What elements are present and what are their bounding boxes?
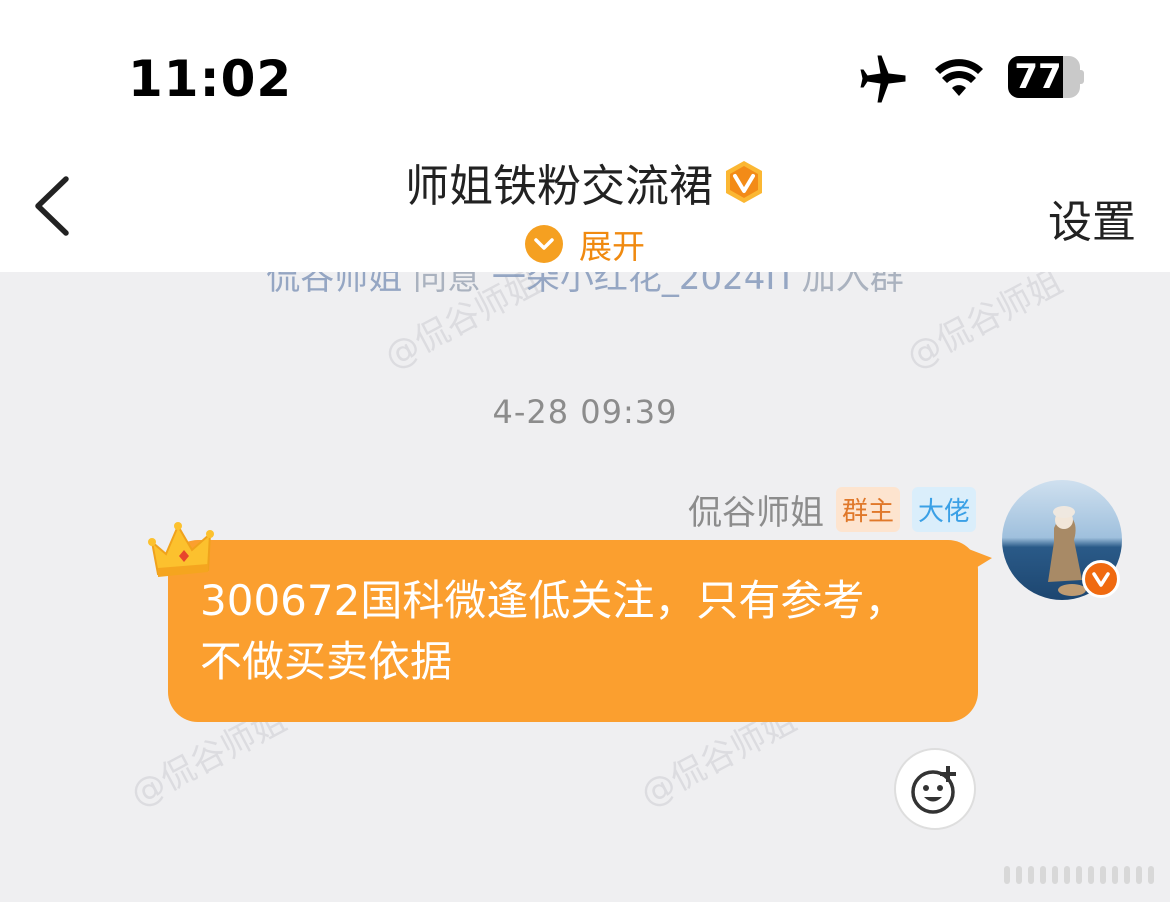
battery-level: 77 — [1014, 57, 1062, 97]
airplane-icon — [860, 55, 906, 103]
add-emoji-button[interactable] — [894, 748, 976, 830]
verified-v-icon — [1082, 560, 1120, 598]
sender-name[interactable]: 侃谷师姐 — [688, 485, 824, 534]
chevron-down-icon — [525, 225, 563, 263]
crown-icon — [148, 522, 214, 577]
wifi-icon — [935, 59, 983, 96]
status-time: 11:02 — [128, 50, 293, 108]
message-timestamp: 4-28 09:39 — [492, 393, 678, 431]
tag-group-owner: 群主 — [835, 487, 900, 532]
message-bubble[interactable]: 300672国科微逢低关注，只有参考，不做买卖依据 — [168, 540, 978, 722]
sender-row: 侃谷师姐 群主 大佬 — [688, 485, 976, 534]
top-bar: 11:02 77 师姐铁粉交流裙 展开 设置 — [0, 0, 1170, 272]
chat-title: 师姐铁粉交流裙 — [405, 161, 713, 212]
scroll-indicator — [1004, 866, 1154, 884]
chat-title-row: 师姐铁粉交流裙 — [0, 150, 1170, 214]
settings-button[interactable]: 设置 — [1048, 186, 1136, 250]
battery-icon: 77 — [1008, 56, 1084, 98]
add-emoji-icon — [911, 766, 956, 814]
message-text: 300672国科微逢低关注，只有参考，不做买卖依据 — [200, 576, 907, 686]
vip-v-badge-icon — [726, 161, 762, 203]
tag-big-shot: 大佬 — [911, 487, 976, 532]
expand-label: 展开 — [579, 227, 645, 266]
expand-toggle[interactable]: 展开 — [0, 220, 1170, 271]
